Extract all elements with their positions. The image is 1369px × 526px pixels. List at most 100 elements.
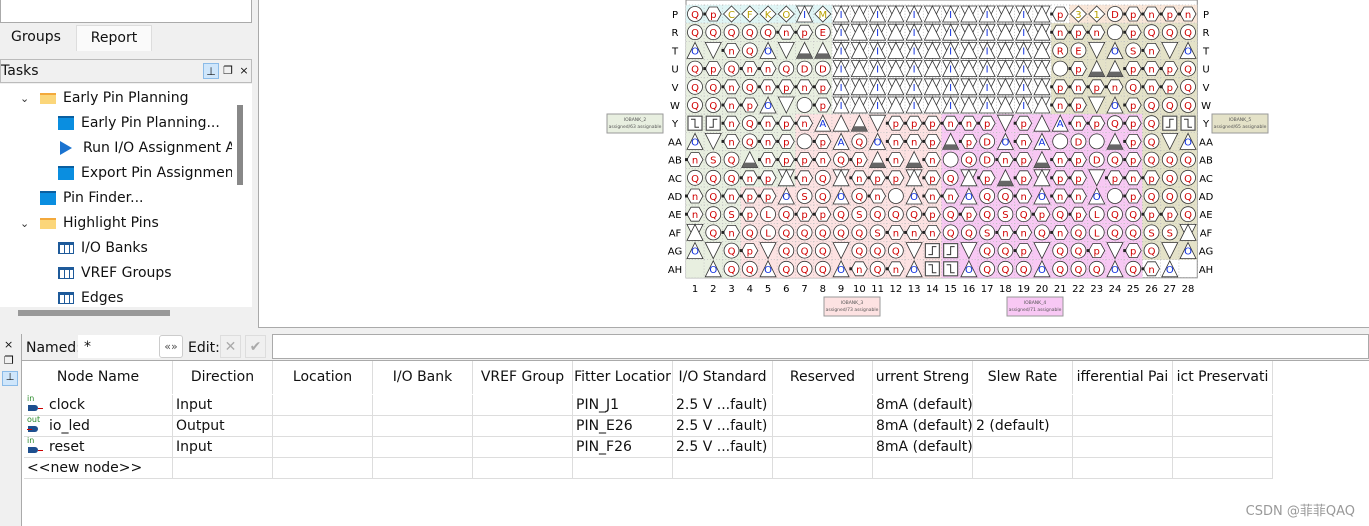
close-icon[interactable]: ×: [236, 63, 252, 79]
horizontal-scrollbar[interactable]: [18, 310, 170, 316]
table-cell[interactable]: [773, 416, 873, 437]
table-cell[interactable]: [1173, 437, 1273, 458]
chevron-down-icon[interactable]: ⌄: [20, 217, 32, 230]
column-header[interactable]: I/O Bank: [373, 361, 473, 394]
table-cell[interactable]: [1173, 458, 1273, 479]
table-cell[interactable]: [773, 437, 873, 458]
table-cell[interactable]: [1073, 458, 1173, 479]
tab-report[interactable]: Report: [76, 25, 152, 51]
table-cell[interactable]: [1073, 437, 1173, 458]
close-icon[interactable]: ×: [4, 338, 13, 351]
edit-input[interactable]: [272, 334, 1369, 359]
table-cell[interactable]: [773, 395, 873, 416]
column-header[interactable]: Node Name: [24, 361, 173, 394]
watermark: CSDN @菲菲QAQ: [1245, 504, 1355, 519]
cell-text: Output: [176, 418, 225, 434]
accept-edit-icon[interactable]: ✔: [245, 335, 266, 358]
column-header[interactable]: Direction: [173, 361, 273, 394]
table-cell[interactable]: 8mA (default): [873, 437, 973, 458]
table-cell[interactable]: [1073, 395, 1173, 416]
table-cell[interactable]: [373, 395, 473, 416]
table-cell[interactable]: in clock: [24, 395, 173, 416]
table-cell[interactable]: [673, 458, 773, 479]
table-cell[interactable]: 2.5 V ...fault): [673, 395, 773, 416]
table-cell[interactable]: [973, 458, 1073, 479]
tree-scrollbar[interactable]: [237, 105, 243, 185]
table-cell[interactable]: [773, 458, 873, 479]
column-header[interactable]: ifferential Pai: [1073, 361, 1173, 394]
table-cell[interactable]: [373, 458, 473, 479]
task-item[interactable]: Early Pin Planning...: [58, 111, 220, 135]
column-header[interactable]: I/O Standard: [673, 361, 773, 394]
task-item[interactable]: Pin Finder...: [40, 186, 143, 210]
pin-letter: Q: [1184, 210, 1192, 221]
diff-marker: [1068, 158, 1072, 162]
pin-icon[interactable]: ⊥: [2, 371, 18, 386]
task-item[interactable]: VREF Groups: [58, 261, 172, 285]
column-header[interactable]: ict Preservati: [1173, 361, 1273, 394]
table-cell[interactable]: <<new node>>: [24, 458, 173, 479]
task-item[interactable]: Export Pin Assignmen: [58, 161, 232, 185]
pin-letter: I: [913, 10, 916, 21]
pin-letter: Q: [782, 210, 790, 221]
table-cell[interactable]: [473, 458, 573, 479]
pin-icon[interactable]: ⊥: [203, 63, 219, 79]
column-header[interactable]: VREF Group: [473, 361, 573, 394]
task-item[interactable]: ⌄ Early Pin Planning: [20, 86, 188, 110]
table-cell[interactable]: [373, 416, 473, 437]
table-cell[interactable]: Input: [173, 395, 273, 416]
table-cell[interactable]: 2.5 V ...fault): [673, 437, 773, 458]
table-cell[interactable]: Output: [173, 416, 273, 437]
table-cell[interactable]: [273, 416, 373, 437]
pin-letter: Q: [1184, 174, 1192, 185]
task-item[interactable]: Run I/O Assignment A: [58, 136, 232, 160]
float-icon[interactable]: ❐: [220, 63, 236, 79]
pin-letter: n: [1112, 83, 1118, 94]
column-header[interactable]: Fitter Locatior: [573, 361, 673, 394]
pin-letter: I: [840, 83, 843, 94]
pin-letter: Q: [1129, 228, 1137, 239]
table-cell[interactable]: 2.5 V ...fault): [673, 416, 773, 437]
diff-marker: [1068, 103, 1072, 107]
column-header[interactable]: Slew Rate: [973, 361, 1073, 394]
table-cell[interactable]: [273, 458, 373, 479]
table-cell[interactable]: PIN_E26: [573, 416, 673, 437]
task-item[interactable]: I/O Banks: [58, 236, 148, 260]
table-cell[interactable]: [973, 395, 1073, 416]
table-cell[interactable]: [573, 458, 673, 479]
chevron-down-icon[interactable]: ⌄: [20, 92, 32, 105]
task-item[interactable]: ⌄ Highlight Pins: [20, 211, 159, 235]
table-cell[interactable]: [1073, 416, 1173, 437]
table-cell[interactable]: [473, 395, 573, 416]
float-icon[interactable]: ❐: [4, 354, 14, 367]
table-cell[interactable]: 8mA (default): [873, 416, 973, 437]
table-cell[interactable]: [1173, 416, 1273, 437]
table-cell[interactable]: [973, 437, 1073, 458]
table-cell[interactable]: out io_led: [24, 416, 173, 437]
cell-text: 2.5 V ...fault): [676, 439, 768, 455]
pin: Q: [1180, 78, 1196, 95]
table-cell[interactable]: in reset: [24, 437, 173, 458]
table-cell[interactable]: [273, 395, 373, 416]
task-item[interactable]: Edges: [58, 286, 124, 307]
table-cell[interactable]: 8mA (default): [873, 395, 973, 416]
node-finder-icon[interactable]: «»: [159, 335, 183, 358]
column-header[interactable]: urrent Streng: [873, 361, 973, 394]
table-cell[interactable]: [373, 437, 473, 458]
cancel-edit-icon[interactable]: ✕: [220, 335, 241, 358]
table-cell[interactable]: [473, 437, 573, 458]
table-cell[interactable]: PIN_F26: [573, 437, 673, 458]
table-cell[interactable]: [273, 437, 373, 458]
folder-icon: [40, 217, 56, 229]
table-cell[interactable]: [473, 416, 573, 437]
column-header[interactable]: Location: [273, 361, 373, 394]
table-cell[interactable]: 2 (default): [973, 416, 1073, 437]
table-cell[interactable]: PIN_J1: [573, 395, 673, 416]
table-cell[interactable]: [173, 458, 273, 479]
table-cell[interactable]: [1173, 395, 1273, 416]
tab-groups[interactable]: Groups: [0, 25, 76, 51]
column-header[interactable]: Reserved: [773, 361, 873, 394]
table-cell[interactable]: [873, 458, 973, 479]
table-cell[interactable]: Input: [173, 437, 273, 458]
pin: Q: [997, 260, 1014, 277]
